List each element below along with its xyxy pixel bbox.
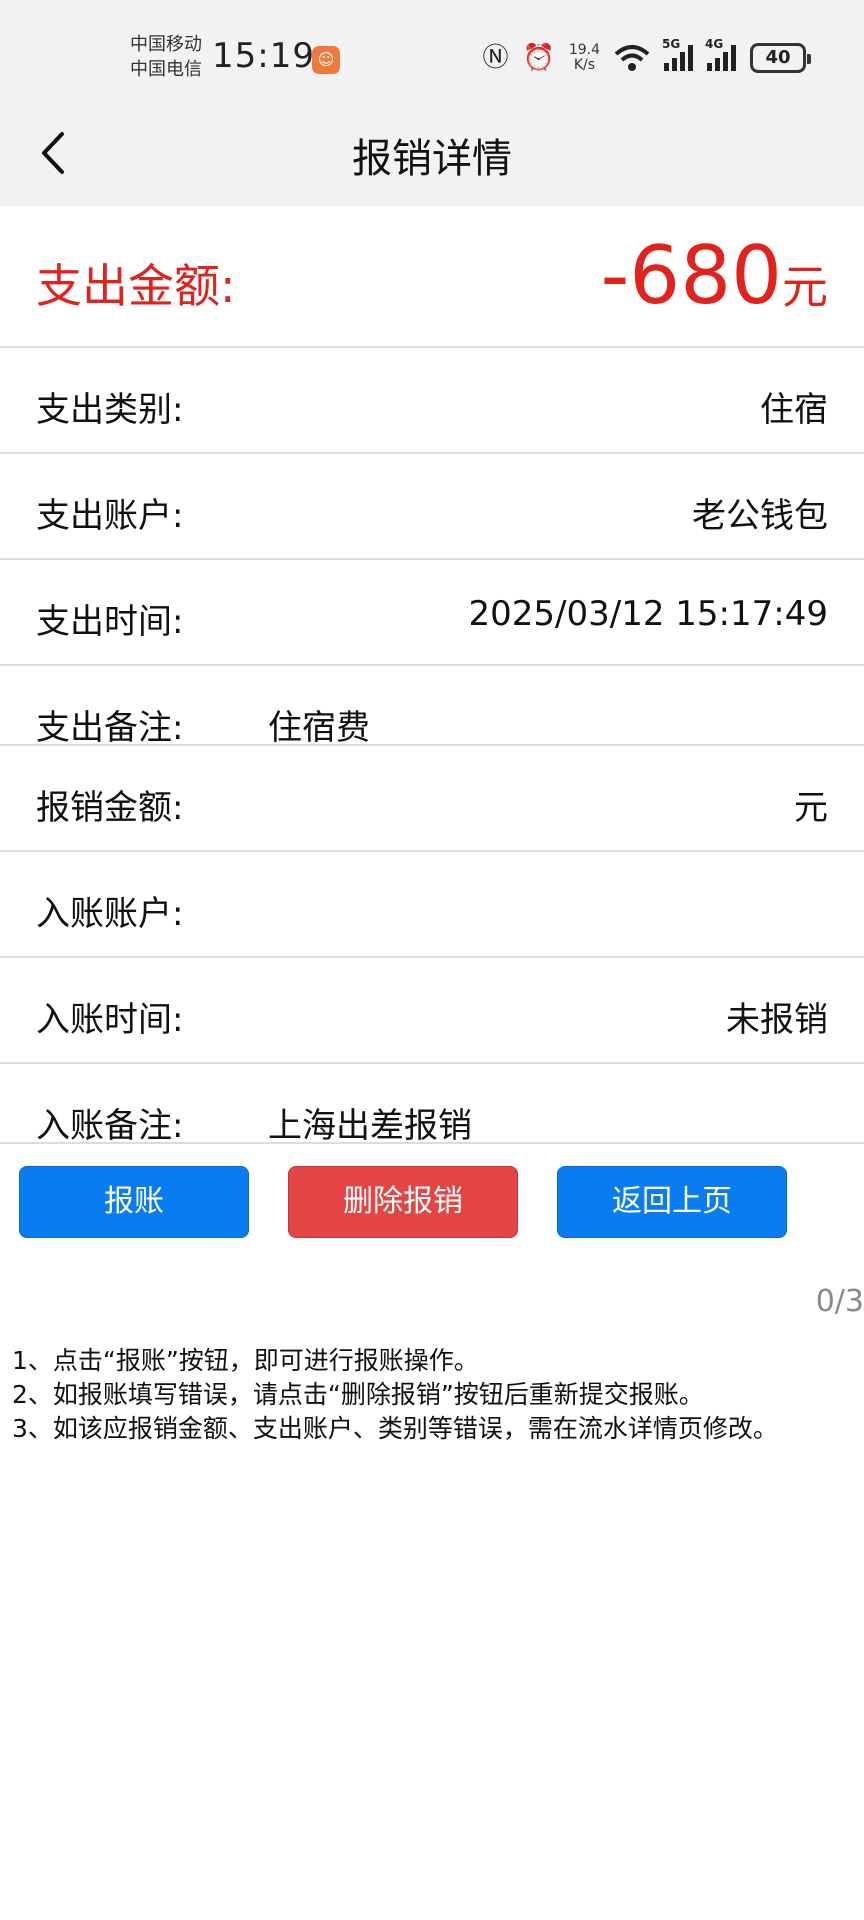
alarm-icon: ⏰ — [522, 43, 555, 73]
income-account-row: 入账账户: — [0, 852, 864, 958]
reimburse-amount-label: 报销金额: — [36, 788, 184, 828]
carrier-1: 中国移动 — [130, 34, 202, 55]
expense-category-label: 支出类别: — [36, 390, 184, 430]
expense-note-row: 支出备注: 住宿费 — [0, 666, 864, 748]
page-title: 报销详情 — [352, 136, 512, 182]
expense-time-value: 2025/03/12 15:17:49 — [468, 594, 828, 634]
expense-amount-row: 支出金额: -680元 — [0, 206, 864, 348]
help-tips: 1、点击“报账”按钮，即可进行报账操作。 2、如报账填写错误，请点击“删除报销”… — [12, 1344, 778, 1446]
expense-account-row: 支出账户: 老公钱包 — [0, 454, 864, 560]
income-note-row: 入账备注: 上海出差报销 — [0, 1064, 864, 1146]
expense-account-label: 支出账户: — [36, 496, 184, 536]
app-badge-icon: ☺ — [312, 46, 340, 74]
signal-icon: 4G — [705, 37, 736, 71]
carrier-2: 中国电信 — [130, 59, 202, 80]
signal-label-5g: 5G — [662, 37, 681, 51]
income-time-row: 入账时间: 未报销 — [0, 958, 864, 1064]
net-speed-value: 19.4 — [568, 42, 600, 58]
net-speed-unit: K/s — [573, 57, 596, 73]
expense-note-label: 支出备注: — [36, 708, 184, 748]
net-speed: 19.4 K/s — [569, 43, 600, 73]
income-time-value: 未报销 — [726, 1000, 828, 1040]
delete-reimbursement-button[interactable]: 删除报销 — [288, 1166, 518, 1238]
income-account-label: 入账账户: — [36, 894, 184, 934]
expense-amount-unit: 元 — [782, 260, 828, 314]
app-header: 报销详情 — [0, 100, 864, 206]
carrier-info: 中国移动 中国电信 — [130, 32, 202, 82]
signal-icon: 5G — [662, 37, 693, 71]
expense-category-row: 支出类别: 住宿 — [0, 348, 864, 454]
tip-counter: 0/3 — [815, 1284, 864, 1319]
return-button[interactable]: 返回上页 — [557, 1166, 787, 1238]
tip-item: 2、如报账填写错误，请点击“删除报销”按钮后重新提交报账。 — [12, 1380, 704, 1409]
battery-icon: 40 — [750, 43, 811, 73]
nfc-icon: Ⓝ — [482, 43, 509, 73]
tip-item: 3、如该应报销金额、支出账户、类别等错误，需在流水详情页修改。 — [12, 1414, 778, 1443]
tip-item: 1、点击“报账”按钮，即可进行报账操作。 — [12, 1346, 479, 1375]
expense-amount-value: -680 — [600, 229, 782, 322]
income-note-value: 上海出差报销 — [268, 1106, 472, 1146]
reimburse-amount-value: 元 — [794, 788, 828, 828]
expense-amount: -680元 — [600, 236, 828, 317]
income-note-label: 入账备注: — [36, 1106, 184, 1146]
reimburse-amount-row: 报销金额: 元 — [0, 746, 864, 852]
status-icons: Ⓝ ⏰ 19.4 K/s 5G 4G 40 — [482, 37, 811, 78]
expense-time-row: 支出时间: 2025/03/12 15:17:49 — [0, 560, 864, 666]
expense-note-value: 住宿费 — [268, 708, 370, 748]
signal-label-4g: 4G — [705, 37, 724, 51]
income-time-label: 入账时间: — [36, 1000, 184, 1040]
expense-amount-label: 支出金额: — [36, 259, 236, 313]
status-time: 15:19 — [212, 36, 315, 76]
status-bar: 中国移动 中国电信 15:19 ☺ Ⓝ ⏰ 19.4 K/s 5G 4G 40 — [0, 0, 864, 100]
expense-account-value: 老公钱包 — [692, 496, 828, 536]
expense-time-label: 支出时间: — [36, 602, 184, 642]
submit-reimbursement-button[interactable]: 报账 — [19, 1166, 249, 1238]
wifi-icon — [614, 45, 650, 71]
expense-category-value: 住宿 — [760, 390, 828, 430]
